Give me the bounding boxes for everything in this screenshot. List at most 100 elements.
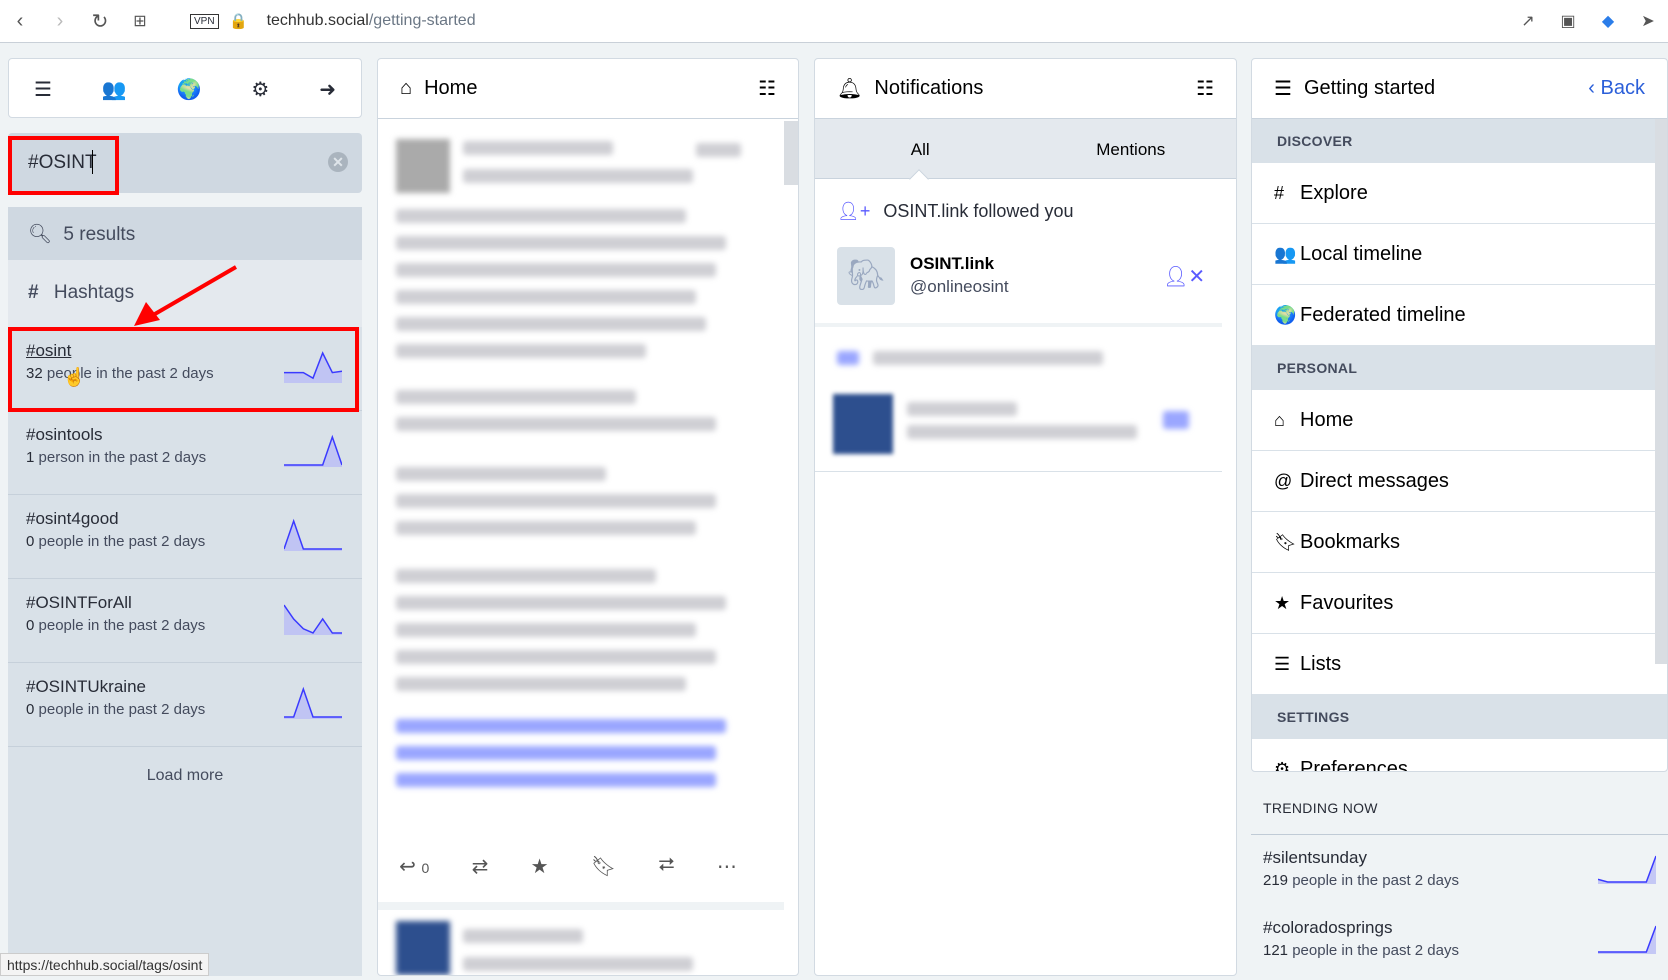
getting-started-title: Getting started	[1303, 77, 1436, 99]
menu-item-label: Federated timeline	[1300, 303, 1466, 326]
blurred-display-name	[907, 402, 1017, 416]
local-timeline-icon: 👥	[1274, 243, 1297, 264]
blurred-text-line	[396, 290, 696, 304]
highlight-search-box	[8, 136, 119, 195]
tab-all[interactable]: All	[815, 119, 1026, 178]
menu-item-preferences[interactable]: ⚙ Preferences	[1252, 739, 1667, 772]
menu-item-explore[interactable]: # Explore	[1252, 163, 1667, 224]
blurred-text-line	[396, 623, 696, 637]
sparkline-area	[284, 605, 342, 635]
blurred-text-line	[396, 344, 646, 358]
hashtag-result[interactable]: #osintools 1 person in the past 2 days	[8, 411, 362, 495]
reload-icon[interactable]: ↻	[80, 9, 120, 34]
forward-icon[interactable]: ›	[40, 10, 80, 33]
blurred-display-name	[463, 141, 613, 155]
blurred-text-line	[396, 390, 636, 404]
avatar[interactable]: 🐘︎	[837, 247, 895, 305]
blurred-display-name	[463, 929, 583, 943]
share-icon[interactable]: ↗	[1508, 11, 1548, 31]
blurred-timestamp	[696, 143, 741, 157]
menu-item-federated-timeline[interactable]: 🌍 Federated timeline	[1252, 285, 1667, 346]
sparkline-chart	[284, 518, 342, 551]
preferences-icon: ⚙	[1274, 758, 1291, 772]
trending-hashtag[interactable]: #coloradosprings 121 people in the past …	[1251, 910, 1668, 980]
settings-section-label: SETTINGS	[1252, 695, 1667, 739]
scrollbar-thumb[interactable]	[1655, 119, 1667, 664]
settings-sliders-icon[interactable]: ☷	[758, 76, 776, 101]
tabs-grid-icon[interactable]: ⊞	[120, 11, 160, 31]
usage-count: 121	[1263, 942, 1289, 959]
sparkline-line	[1598, 925, 1656, 953]
menu-item-local-timeline[interactable]: 👥 Local timeline	[1252, 224, 1667, 285]
scrollbar-thumb[interactable]	[784, 121, 798, 185]
vpn-badge[interactable]: VPN	[190, 13, 219, 29]
blurred-text-line	[396, 677, 686, 691]
menu-item-home[interactable]: ⌂ Home	[1252, 390, 1667, 451]
trending-hashtag[interactable]: #silentsunday 219 people in the past 2 d…	[1251, 840, 1668, 910]
reply-count: 0	[421, 860, 430, 876]
reply-icon[interactable]: ↩ 0	[399, 854, 429, 879]
hashtags-label: Hashtags	[53, 282, 135, 303]
address-bar[interactable]: techhub.social/getting-started	[267, 12, 476, 30]
unfollow-icon[interactable]: 👤︎✕	[1163, 264, 1205, 289]
home-header: ⌂ Home ☷	[378, 59, 798, 119]
getting-started-header: ☰ Getting started ‹ Back	[1252, 59, 1667, 119]
hashtag-result[interactable]: #OSINTForAll 0 people in the past 2 days	[8, 579, 362, 663]
bookmark-icon[interactable]: 🔖︎	[591, 854, 616, 879]
clear-search-icon[interactable]: ✕	[328, 152, 348, 172]
menu-item-lists[interactable]: ☰ Lists	[1252, 634, 1667, 695]
back-label: Back	[1600, 77, 1645, 99]
url-path: /getting-started	[368, 12, 476, 29]
notifications-column: 🔔︎ Notifications ☷ All Mentions 👤︎+ OSIN…	[814, 58, 1237, 976]
home-title[interactable]: Home	[424, 77, 758, 100]
menu-item-favourites[interactable]: ★ Favourites	[1252, 573, 1667, 634]
display-name[interactable]: OSINT.link	[910, 254, 994, 274]
menu-icon[interactable]: ☰	[34, 77, 52, 102]
browser-toolbar: ‹ › ↻ ⊞ VPN 🔒 techhub.social/getting-sta…	[0, 0, 1668, 43]
local-timeline-icon[interactable]: 👥	[102, 77, 127, 102]
send-icon[interactable]: ➤	[1628, 11, 1668, 31]
account-handle: @onlineosint	[910, 277, 1009, 296]
hashtag-result[interactable]: #OSINTUkraine 0 people in the past 2 day…	[8, 663, 362, 747]
usage-suffix: people in the past 2 days	[1288, 942, 1459, 959]
back-button[interactable]: ‹ Back	[1588, 77, 1645, 100]
menu-item-bookmarks[interactable]: 🔖︎ Bookmarks	[1252, 512, 1667, 573]
sparkline-area	[284, 689, 342, 719]
globe-icon[interactable]: 🌍	[177, 77, 202, 102]
logout-icon[interactable]: ➜	[319, 77, 336, 102]
hashtag-result[interactable]: #osint4good 0 people in the past 2 days	[8, 495, 362, 579]
nav-bar: ☰ 👥 🌍 ⚙ ➜	[8, 58, 362, 118]
back-icon[interactable]: ‹	[0, 10, 40, 33]
menu-icon: ☰	[1274, 78, 1292, 100]
lists-icon: ☰	[1274, 653, 1291, 674]
notifications-title[interactable]: Notifications	[874, 77, 1196, 100]
tab-mentions[interactable]: Mentions	[1026, 119, 1237, 178]
trending-list: #silentsunday 219 people in the past 2 d…	[1251, 840, 1668, 980]
home-column: ⌂ Home ☷ ↩ 0 ⇄ ★ 🔖︎ ⮂ ⋯	[377, 58, 799, 976]
url-host: techhub.social	[266, 12, 369, 29]
menu-item-label: Bookmarks	[1300, 530, 1401, 553]
follow-icon[interactable]	[1163, 411, 1189, 429]
blurred-handle	[463, 169, 693, 183]
menu-item-label: Local timeline	[1300, 242, 1423, 265]
settings-sliders-icon[interactable]: ☷	[1196, 76, 1214, 101]
share-icon[interactable]: ⮂	[659, 854, 675, 879]
camera-icon[interactable]: ▣	[1548, 11, 1588, 31]
getting-started-column: ☰ Getting started ‹ Back DISCOVER # Explor…	[1251, 58, 1668, 772]
shield-icon[interactable]: ◆	[1588, 11, 1628, 31]
sparkline-chart	[1598, 925, 1656, 954]
menu-item-label: Direct messages	[1300, 469, 1449, 492]
highlight-osint-result	[8, 327, 359, 412]
more-icon[interactable]: ⋯	[717, 854, 737, 879]
blurred-text-line	[396, 521, 696, 535]
favourite-icon[interactable]: ★	[531, 854, 549, 879]
follow-notification: 👤︎+ OSINT.link followed you	[837, 201, 1073, 222]
menu-item-direct-messages[interactable]: @ Direct messages	[1252, 451, 1667, 512]
post-actions: ↩ 0 ⇄ ★ 🔖︎ ⮂ ⋯	[378, 854, 758, 879]
load-more-button[interactable]: Load more	[8, 767, 362, 785]
gear-icon[interactable]: ⚙	[251, 77, 269, 102]
boost-icon[interactable]: ⇄	[472, 854, 489, 879]
federated-timeline-icon: 🌍	[1274, 304, 1297, 325]
avatar	[396, 139, 450, 193]
home-icon: ⌂	[1274, 409, 1285, 430]
